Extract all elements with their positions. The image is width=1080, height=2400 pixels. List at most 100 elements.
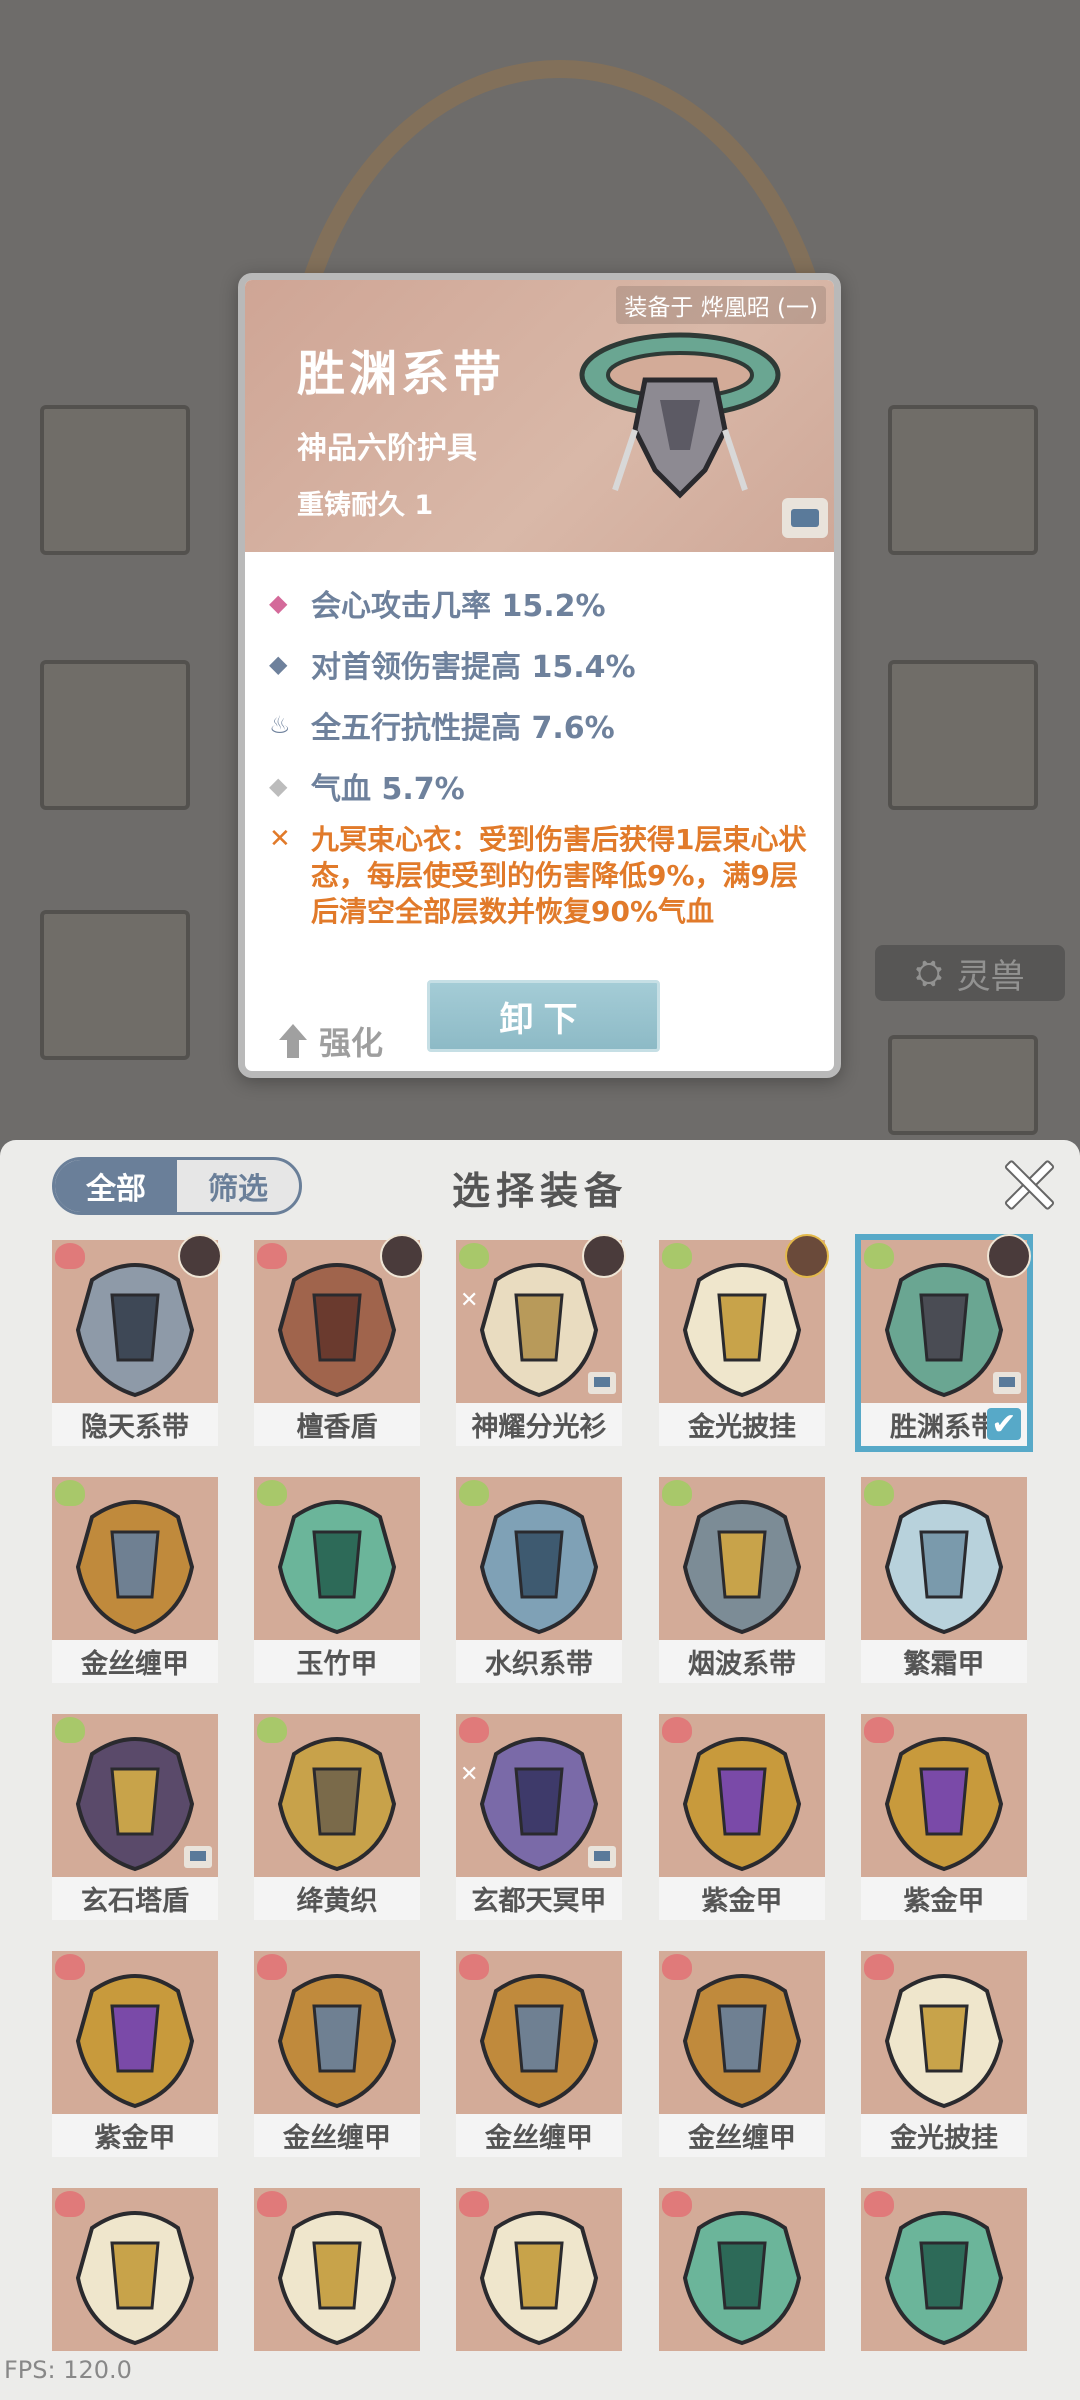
equipment-slot[interactable]: 玉竹甲 bbox=[254, 1477, 420, 1683]
stat-row: ◆ 会心攻击几率 15.2% bbox=[269, 572, 829, 633]
equipment-slot[interactable]: 繁霜甲 bbox=[861, 1477, 1027, 1683]
item-stats: ◆ 会心攻击几率 15.2% ◆ 对首领伤害提高 15.4% ♨ 全五行抗性提高… bbox=[269, 572, 829, 930]
equipment-slot[interactable]: 烟波系带 bbox=[659, 1477, 825, 1683]
close-icon[interactable] bbox=[1002, 1158, 1052, 1208]
flame-icon: ♨ bbox=[269, 710, 291, 739]
equipment-slot[interactable] bbox=[659, 2188, 825, 2351]
green-quality-icon bbox=[55, 1717, 85, 1743]
stat-text: 会心攻击几率 15.2% bbox=[311, 588, 606, 624]
storage-chest-icon bbox=[993, 1372, 1021, 1394]
special-effect: ✕ 九冥束心衣：受到伤害后获得1层束心状态，每层使受到的伤害降低9%，满9层后清… bbox=[269, 822, 829, 930]
equipment-slot[interactable]: 绛黄织 bbox=[254, 1714, 420, 1920]
fps-counter: FPS: 120.0 bbox=[4, 2356, 132, 2384]
equipment-name: 金丝缠甲 bbox=[485, 2123, 593, 2154]
equipment-slot[interactable]: 金丝缠甲 bbox=[456, 1951, 622, 2157]
item-detail-header: 装备于 烨凰昭 (一) 胜渊系带 神品六阶护具 重铸耐久 1 bbox=[245, 280, 834, 552]
red-quality-icon bbox=[257, 2191, 287, 2217]
red-quality-icon bbox=[55, 2191, 85, 2217]
pink-diamond-icon: ◆ bbox=[269, 588, 288, 617]
item-detail-card: 装备于 烨凰昭 (一) 胜渊系带 神品六阶护具 重铸耐久 1 ◆ 会心攻击几率 … bbox=[238, 273, 841, 1078]
equipment-slot[interactable]: ✕ 玄都天冥甲 bbox=[456, 1714, 622, 1920]
equipment-name: 檀香盾 bbox=[296, 1412, 378, 1443]
equipment-name: 繁霜甲 bbox=[903, 1649, 985, 1680]
equipment-name: 金丝缠甲 bbox=[283, 2123, 391, 2154]
equipment-name: 紫金甲 bbox=[94, 2123, 176, 2154]
set-effect-icon: ✕ bbox=[460, 1762, 479, 1787]
equipment-name: 绛黄织 bbox=[296, 1886, 378, 1917]
special-effect-text: 九冥束心衣：受到伤害后获得1层束心状态，每层使受到的伤害降低9%，满9层后清空全… bbox=[311, 823, 807, 928]
equipment-name: 金光披挂 bbox=[890, 2123, 998, 2154]
equipment-name: 紫金甲 bbox=[903, 1886, 985, 1917]
bg-slot bbox=[888, 405, 1038, 555]
owner-avatar bbox=[582, 1234, 626, 1278]
owner-avatar bbox=[380, 1234, 424, 1278]
strengthen-label: 强化 bbox=[319, 1024, 384, 1062]
bg-slot bbox=[40, 405, 190, 555]
green-quality-icon bbox=[459, 1480, 489, 1506]
equipment-slot[interactable]: 金丝缠甲 bbox=[254, 1951, 420, 2157]
red-quality-icon bbox=[55, 1954, 85, 1980]
unequip-button[interactable]: 卸下 bbox=[427, 980, 660, 1052]
stat-text: 全五行抗性提高 7.6% bbox=[311, 710, 615, 746]
equipment-slot[interactable]: 紫金甲 bbox=[861, 1714, 1027, 1920]
equipment-slot[interactable]: 紫金甲 bbox=[52, 1951, 218, 2157]
item-grade: 神品六阶护具 bbox=[297, 431, 477, 466]
arrow-up-icon bbox=[279, 1024, 307, 1058]
equipment-name: 玉竹甲 bbox=[296, 1649, 378, 1680]
owner-avatar bbox=[178, 1234, 222, 1278]
storage-chest-icon bbox=[588, 1372, 616, 1394]
red-quality-icon bbox=[662, 1954, 692, 1980]
owner-avatar bbox=[987, 1234, 1031, 1278]
bg-slot bbox=[40, 910, 190, 1060]
check-icon: ✔ bbox=[987, 1407, 1021, 1442]
special-swirl-icon: ✕ bbox=[269, 824, 291, 854]
equipment-slot[interactable]: 胜渊系带 ✔ bbox=[855, 1234, 1033, 1452]
equipment-slot[interactable]: 紫金甲 bbox=[659, 1714, 825, 1920]
grey-diamond-icon: ◆ bbox=[269, 771, 288, 800]
panel-title: 选择装备 bbox=[451, 1169, 628, 1213]
equipment-name: 玄石塔盾 bbox=[81, 1886, 189, 1917]
red-quality-icon bbox=[459, 2191, 489, 2217]
equipment-name: 紫金甲 bbox=[701, 1886, 783, 1917]
equipment-slot[interactable]: 金光披挂 bbox=[659, 1234, 829, 1446]
equipment-name: 神耀分光衫 bbox=[471, 1412, 607, 1443]
equipped-on-label: 装备于 烨凰昭 (一) bbox=[616, 286, 826, 324]
stat-row: ♨ 全五行抗性提高 7.6% bbox=[269, 694, 829, 755]
bg-slot bbox=[888, 1035, 1038, 1135]
red-quality-icon bbox=[864, 2191, 894, 2217]
equipment-slot[interactable]: 金丝缠甲 bbox=[659, 1951, 825, 2157]
green-quality-icon bbox=[459, 1243, 489, 1269]
equipment-slot[interactable] bbox=[52, 2188, 218, 2351]
equipment-slot[interactable]: 隐天系带 bbox=[52, 1234, 222, 1446]
storage-chest-icon bbox=[588, 1846, 616, 1868]
red-quality-icon bbox=[459, 1717, 489, 1743]
green-quality-icon bbox=[864, 1243, 894, 1269]
storage-chest-icon[interactable] bbox=[782, 498, 828, 538]
belt-artwork bbox=[579, 332, 781, 499]
strengthen-button[interactable]: 强化 bbox=[279, 1018, 383, 1064]
spirit-beast-tab-label: 灵兽 bbox=[956, 956, 1025, 997]
red-quality-icon bbox=[257, 1243, 287, 1269]
spirit-beast-tab: ⛭ 灵兽 bbox=[875, 945, 1065, 1001]
red-quality-icon bbox=[864, 1954, 894, 1980]
item-durability: 重铸耐久 1 bbox=[297, 490, 434, 521]
equipment-slot[interactable]: 金丝缠甲 bbox=[52, 1477, 218, 1683]
red-quality-icon bbox=[864, 1717, 894, 1743]
stat-text: 气血 5.7% bbox=[311, 771, 465, 807]
equipment-slot[interactable] bbox=[254, 2188, 420, 2351]
equipment-slot[interactable]: 金光披挂 bbox=[861, 1951, 1027, 2157]
equipment-slot[interactable]: 玄石塔盾 bbox=[52, 1714, 218, 1920]
bg-slot bbox=[888, 660, 1038, 810]
blue-diamond-icon: ◆ bbox=[269, 649, 288, 678]
equipment-slot[interactable] bbox=[861, 2188, 1027, 2351]
red-quality-icon bbox=[55, 1243, 85, 1269]
stat-text: 对首领伤害提高 15.4% bbox=[311, 649, 636, 685]
equipment-slot[interactable]: ✕ 神耀分光衫 bbox=[456, 1234, 626, 1446]
equipment-name: 金丝缠甲 bbox=[688, 2123, 796, 2154]
equipment-slot[interactable]: 檀香盾 bbox=[254, 1234, 424, 1446]
equipment-slot[interactable] bbox=[456, 2188, 622, 2351]
equipment-slot[interactable]: 水织系带 bbox=[456, 1477, 622, 1683]
red-quality-icon bbox=[459, 1954, 489, 1980]
equipment-name: 水织系带 bbox=[485, 1649, 593, 1680]
red-quality-icon bbox=[662, 1717, 692, 1743]
